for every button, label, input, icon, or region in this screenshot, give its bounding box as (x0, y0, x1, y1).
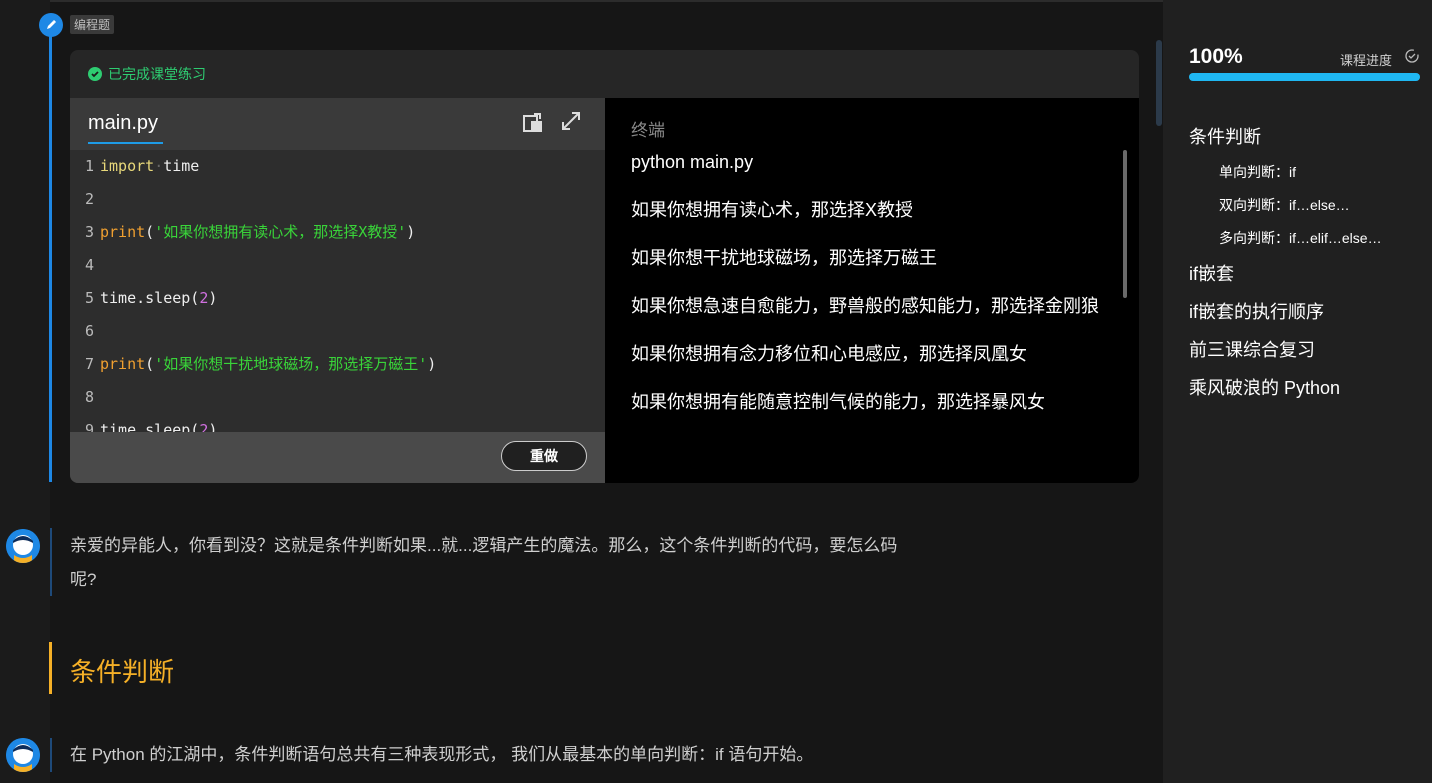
avatar (6, 529, 40, 563)
code-text: time.sleep(2) (100, 282, 217, 315)
code-line[interactable]: 4 (70, 249, 605, 282)
outline-chapter[interactable]: if嵌套 (1189, 255, 1429, 293)
message-bar (50, 528, 52, 596)
code-token: time.sleep( (100, 289, 200, 307)
terminal-line: 如果你想拥有念力移位和心电感应，那选择凤凰女 (631, 344, 1027, 364)
terminal-scrollbar[interactable] (1123, 150, 1127, 298)
outline-chapter[interactable]: 乘风破浪的 Python (1189, 369, 1429, 407)
section-heading: 条件判断 (70, 657, 175, 687)
code-text: print('如果你想拥有读心术，那选择X教授') (100, 216, 415, 249)
check-circle-icon (88, 67, 102, 81)
line-number: 8 (84, 388, 94, 406)
outline-subitem[interactable]: 单向判断：if (1189, 156, 1429, 189)
code-token: ) (208, 289, 218, 307)
terminal-panel: 终端 python main.py 如果你想拥有读心术，那选择X教授如果你想干扰地… (605, 98, 1139, 483)
terminal-line: 如果你想干扰地球磁场，那选择万磁王 (631, 248, 937, 268)
line-number: 2 (84, 190, 94, 208)
code-area[interactable]: 1 import·time 2 3 print('如果你想拥有读心术，那选择X教授') 4… (70, 150, 605, 432)
code-token: ) (427, 355, 437, 373)
outline-chapter[interactable]: if嵌套的执行顺序 (1189, 293, 1429, 331)
code-token: ( (145, 223, 155, 241)
course-outline: 条件判断 单向判断：if 双向判断：if…else… 多向判断：if…elif…els… (1189, 118, 1429, 407)
progress-percent: 100% (1189, 45, 1243, 68)
line-number: 6 (84, 322, 94, 340)
code-token: '如果你想拥有读心术，那选择X教授' (154, 223, 407, 241)
code-line[interactable]: 2 (70, 183, 605, 216)
timeline-bar (49, 30, 52, 482)
line-number: 5 (84, 289, 94, 307)
chat-message-1: 亲爱的异能人，你看到没？这就是条件判断如果...就...逻辑产生的魔法。那么，这… (70, 529, 950, 597)
progress-track (1189, 73, 1420, 81)
expand-icon[interactable] (560, 110, 582, 132)
code-line[interactable]: 3 print('如果你想拥有读心术，那选择X教授') (70, 216, 605, 249)
code-token: time.sleep( (100, 421, 200, 432)
line-number: 1 (84, 157, 94, 175)
terminal-line: 如果你想拥有读心术，那选择X教授 (631, 200, 914, 220)
line-number: 9 (84, 421, 94, 432)
code-token: ) (208, 421, 218, 432)
page-scrollbar[interactable] (1156, 40, 1162, 126)
line-number: 7 (84, 355, 94, 373)
progress-label: 课程进度 (1340, 53, 1393, 68)
code-token: · (154, 157, 164, 175)
save-icon[interactable] (522, 112, 544, 134)
code-editor[interactable]: main.py 1 import·time 2 3 print('如果你想拥有读心术，那… (70, 98, 605, 483)
code-text: time.sleep(2) (100, 414, 217, 432)
code-token: print (100, 223, 146, 241)
editor-footer: 重做 (70, 432, 605, 483)
terminal-line: python main.py (631, 152, 754, 172)
code-token: '如果你想干扰地球磁场，那选择万磁王' (154, 355, 428, 373)
code-line[interactable]: 1 import·time (70, 150, 605, 183)
line-number: 4 (84, 256, 94, 274)
message-bar (50, 738, 52, 772)
terminal-line: 如果你想拥有能随意控制气候的能力，那选择暴风女 (631, 392, 1045, 412)
exercise-card: 已完成课堂练习 main.py 1 import·time 2 3 print('如果你… (70, 50, 1139, 483)
terminal-line: 如果你想急速自愈能力，野兽般的感知能力，那选择金刚狼 (631, 296, 1099, 316)
line-number: 3 (84, 223, 94, 241)
code-line[interactable]: 5 time.sleep(2) (70, 282, 605, 315)
code-token: import (100, 157, 155, 175)
avatar (6, 738, 40, 772)
code-text: print('如果你想干扰地球磁场，那选择万磁王') (100, 348, 436, 381)
progress-fill (1189, 73, 1420, 81)
chat-message-1-line1: 亲爱的异能人，你看到没？这就是条件判断如果...就...逻辑产生的魔法。那么，这… (70, 536, 898, 555)
outline-subitem[interactable]: 多向判断：if…elif…else… (1189, 222, 1429, 255)
code-token: print (100, 355, 146, 373)
section-heading-bar (49, 642, 52, 694)
active-tab-indicator (88, 142, 163, 144)
editor-tab-bar: main.py (70, 98, 605, 150)
left-gutter (0, 0, 50, 783)
outline-subitem[interactable]: 双向判断：if…else… (1189, 189, 1429, 222)
terminal-output: python main.py 如果你想拥有读心术，那选择X教授如果你想干扰地球磁场… (631, 150, 1099, 438)
terminal-title: 终端 (631, 121, 665, 140)
progress-check-icon (1405, 49, 1419, 68)
chat-message-2: 在 Python 的江湖中，条件判断语句总共有三种表现形式， 我们从最基本的单向… (70, 745, 814, 764)
outline-chapter[interactable]: 前三课综合复习 (1189, 331, 1429, 369)
question-type-tag: 编程题 (70, 15, 115, 34)
pencil-icon (39, 13, 63, 37)
course-sidebar: 100% 课程进度 条件判断 单向判断：if 双向判断：if…else… 多向判断：i… (1163, 0, 1432, 783)
code-line[interactable]: 6 (70, 315, 605, 348)
code-line[interactable]: 8 (70, 381, 605, 414)
chat-message-1-line2: 呢? (70, 570, 97, 589)
file-tab-main[interactable]: main.py (88, 112, 158, 135)
code-line[interactable]: 7 print('如果你想干扰地球磁场，那选择万磁王') (70, 348, 605, 381)
outline-chapter[interactable]: 条件判断 (1189, 118, 1429, 156)
code-token: time (163, 157, 200, 175)
redo-button[interactable]: 重做 (501, 441, 587, 471)
code-line[interactable]: 9 time.sleep(2) (70, 414, 605, 432)
code-token: ( (145, 355, 155, 373)
code-text: import·time (100, 150, 199, 183)
code-token: ) (406, 223, 416, 241)
completion-status: 已完成课堂练习 (108, 66, 206, 82)
card-header: 已完成课堂练习 (70, 50, 1139, 98)
